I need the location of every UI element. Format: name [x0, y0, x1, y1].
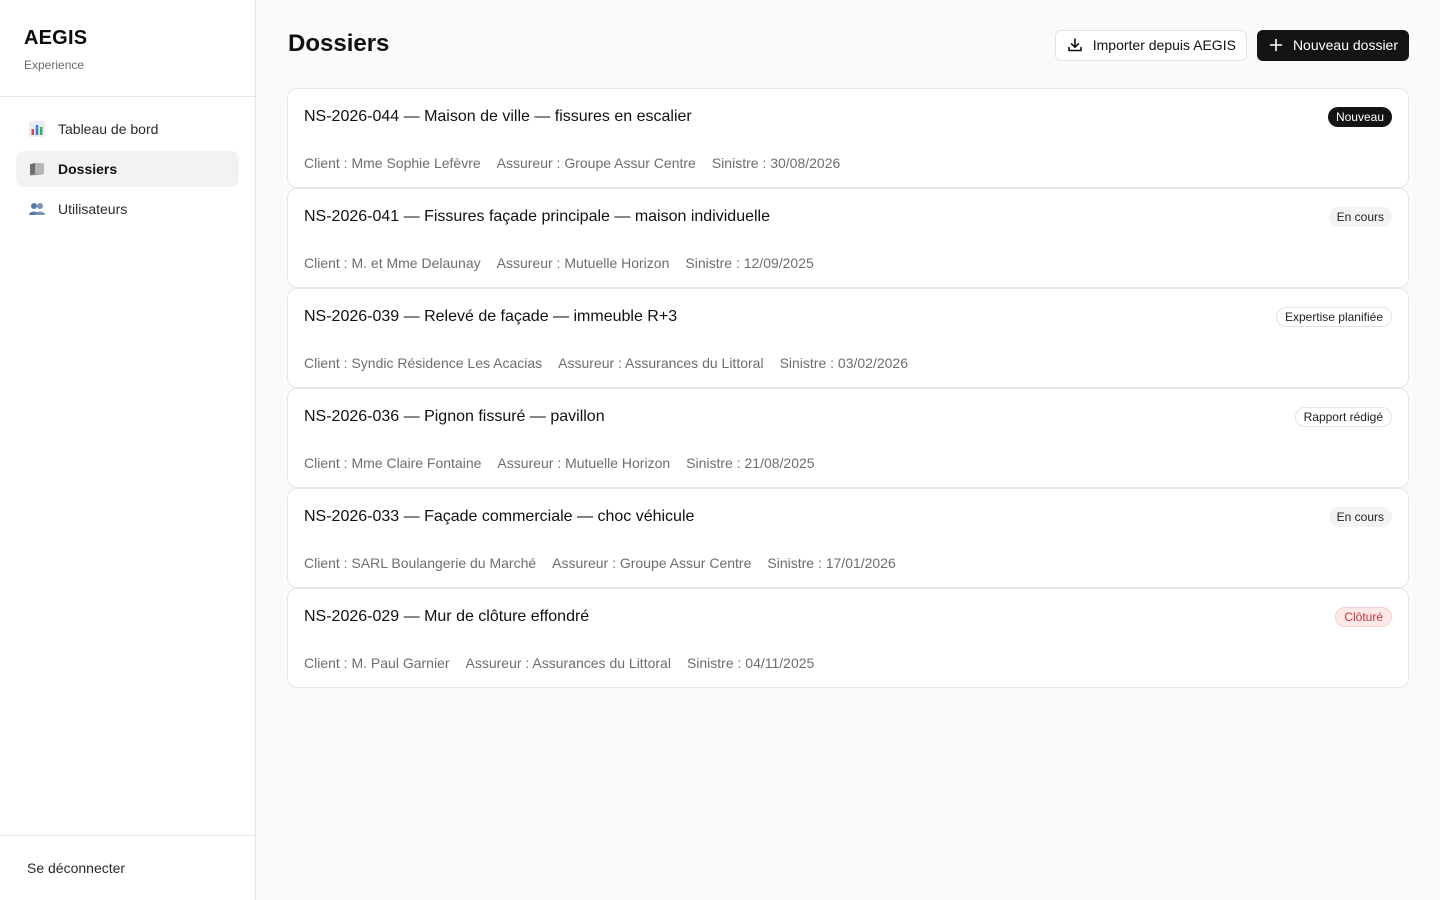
dossier-assureur: Assureur : Mutuelle Horizon [496, 255, 670, 271]
dossier-card[interactable]: NS-2026-041 — Fissures façade principale… [287, 188, 1409, 288]
new-dossier-button-label: Nouveau dossier [1292, 37, 1398, 53]
dossier-title: NS-2026-039 — Relevé de façade — immeubl… [304, 308, 678, 325]
dossier-meta: Client : Mme Sophie Lefèvre Assureur : G… [304, 154, 1392, 172]
dossier-client: Client : SARL Boulangerie du Marché [304, 555, 537, 571]
dossier-sinistre: Sinistre : 30/08/2026 [711, 155, 841, 171]
main-content: Dossiers Importer depuis AEGIS Nouveau d… [256, 0, 1440, 900]
dossier-assureur: Assureur : Groupe Assur Centre [552, 555, 752, 571]
status-badge: Nouveau [1327, 107, 1392, 127]
status-badge: En cours [1328, 207, 1392, 227]
dossier-card[interactable]: NS-2026-033 — Façade commerciale — choc … [287, 488, 1409, 588]
sidebar-item-tableau-de-bord[interactable]: Tableau de bord [16, 111, 239, 147]
dossier-client: Client : Mme Claire Fontaine [304, 455, 482, 471]
header-actions: Importer depuis AEGIS Nouveau dossier [1054, 28, 1409, 61]
page-header: Dossiers Importer depuis AEGIS Nouveau d… [287, 0, 1409, 88]
dossier-client: Client : Syndic Résidence Les Acacias [304, 355, 543, 371]
status-badge: En cours [1328, 507, 1392, 527]
brand-subtitle: Experience [24, 58, 85, 72]
import-button-label: Importer depuis AEGIS [1092, 37, 1236, 53]
dossier-client: Client : Mme Sophie Lefèvre [304, 155, 481, 171]
dossier-title: NS-2026-044 — Maison de ville — fissures… [304, 108, 692, 125]
dossier-client: Client : M. et Mme Delaunay [304, 255, 481, 271]
dossier-title: NS-2026-029 — Mur de clôture effondré [304, 608, 590, 625]
sidebar: AEGIS Experience Tableau de bord Dossier… [0, 0, 256, 900]
download-icon [1067, 37, 1083, 53]
dossier-sinistre: Sinistre : 03/02/2026 [779, 355, 908, 371]
sidebar-item-dossiers[interactable]: Dossiers [16, 151, 239, 187]
sidebar-item-label: Utilisateurs [58, 201, 128, 217]
dossier-meta: Client : Mme Claire Fontaine Assureur : … [304, 454, 1392, 472]
dossier-sinistre: Sinistre : 21/08/2025 [686, 455, 815, 471]
folder-icon [28, 160, 46, 178]
dossier-meta: Client : SARL Boulangerie du Marché Assu… [304, 554, 1392, 572]
page-title: Dossiers [288, 30, 390, 57]
status-badge: Clôturé [1335, 607, 1392, 627]
plus-icon [1269, 38, 1283, 52]
brand: AEGIS Experience [0, 0, 255, 97]
status-badge: Rapport rédigé [1294, 407, 1392, 427]
dossier-meta: Client : Syndic Résidence Les Acacias As… [304, 354, 1392, 372]
dossier-title: NS-2026-041 — Fissures façade principale… [304, 208, 771, 225]
sidebar-footer: Se déconnecter [0, 835, 255, 900]
dossier-sinistre: Sinistre : 17/01/2026 [767, 555, 896, 571]
dossier-assureur: Assureur : Assurances du Littoral [465, 655, 671, 671]
dossier-title: NS-2026-036 — Pignon fissuré — pavillon [304, 408, 605, 425]
dossier-assureur: Assureur : Groupe Assur Centre [496, 155, 696, 171]
logout-link[interactable]: Se déconnecter [27, 860, 125, 876]
dossier-card[interactable]: NS-2026-039 — Relevé de façade — immeubl… [287, 288, 1409, 388]
dossier-sinistre: Sinistre : 12/09/2025 [685, 255, 814, 271]
dossier-meta: Client : M. et Mme Delaunay Assureur : M… [304, 254, 1392, 272]
new-dossier-button[interactable]: Nouveau dossier [1256, 29, 1409, 61]
sidebar-nav: Tableau de bord Dossiers Utilisateurs [0, 97, 255, 835]
dossier-meta: Client : M. Paul Garnier Assureur : Assu… [304, 654, 1392, 672]
dossier-title: NS-2026-033 — Façade commerciale — choc … [304, 508, 695, 525]
dossier-sinistre: Sinistre : 04/11/2025 [686, 655, 815, 671]
app-root: AEGIS Experience Tableau de bord Dossier… [0, 0, 1440, 900]
status-badge: Expertise planifiée [1275, 307, 1392, 327]
dossier-assureur: Assureur : Mutuelle Horizon [497, 455, 671, 471]
import-button[interactable]: Importer depuis AEGIS [1054, 29, 1247, 61]
dossier-client: Client : M. Paul Garnier [304, 655, 450, 671]
sidebar-item-label: Dossiers [58, 161, 118, 177]
sidebar-item-label: Tableau de bord [58, 121, 159, 137]
dossier-list: NS-2026-044 — Maison de ville — fissures… [287, 88, 1409, 688]
dossier-assureur: Assureur : Assurances du Littoral [558, 355, 764, 371]
users-icon [28, 200, 46, 218]
brand-title: AEGIS [24, 27, 88, 49]
dossier-card[interactable]: NS-2026-044 — Maison de ville — fissures… [287, 88, 1409, 188]
dossier-card[interactable]: NS-2026-029 — Mur de clôture effondré Cl… [287, 588, 1409, 688]
sidebar-item-utilisateurs[interactable]: Utilisateurs [16, 191, 239, 227]
dossier-card[interactable]: NS-2026-036 — Pignon fissuré — pavillon … [287, 388, 1409, 488]
bar-chart-icon [28, 120, 46, 138]
